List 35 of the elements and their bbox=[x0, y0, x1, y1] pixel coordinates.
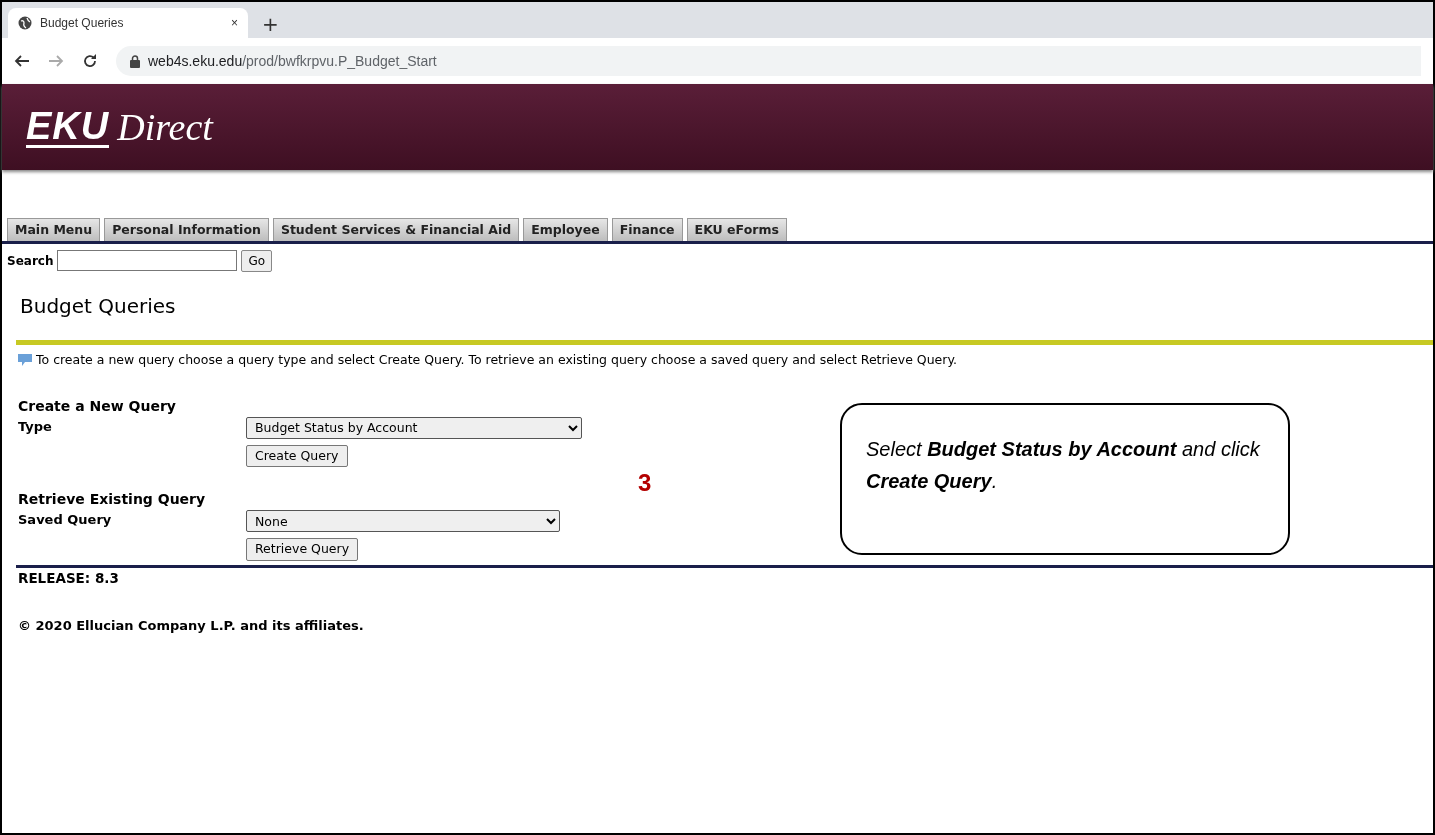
dropdown[interactable]: None bbox=[246, 510, 560, 533]
close-button[interactable]: × bbox=[231, 14, 238, 32]
section-heading: Create a New Query bbox=[18, 396, 177, 416]
nav-tab[interactable]: Main Menu bbox=[7, 218, 101, 241]
create-query-button[interactable]: Create Query bbox=[246, 444, 348, 468]
page-title: Budget Queries bbox=[20, 293, 177, 318]
field-label: Saved Query bbox=[18, 511, 113, 530]
info-text: To create a new query choose a query type and select Create Query. To retrieve an existing query choose a saved query and select Retrieve Query. bbox=[36, 350, 957, 369]
go-button[interactable]: Go bbox=[241, 249, 273, 272]
logo: EKU Direct bbox=[26, 103, 213, 150]
nav-tab[interactable]: Employee bbox=[523, 218, 608, 241]
address-bar[interactable]: web4s.eku.edu/prod/bwfkrpvu.P_Budget_Start bbox=[116, 46, 1421, 76]
new-tab-button[interactable]: + bbox=[248, 14, 293, 38]
release-text: RELEASE: 8.3 bbox=[17, 569, 120, 588]
step-number: 3 bbox=[638, 468, 652, 498]
speech-bubble-icon bbox=[18, 354, 32, 367]
dropdown[interactable]: Budget Status by Account bbox=[246, 416, 582, 439]
copyright-text: © 2020 Ellucian Company L.P. and its affiliates. bbox=[17, 617, 365, 636]
search-field[interactable] bbox=[57, 250, 238, 272]
url-text: web4s.eku.edu/prod/bwfkrpvu.P_Budget_Start bbox=[148, 51, 437, 71]
section-heading: Retrieve Existing Query bbox=[18, 490, 207, 510]
nav-tab[interactable]: Finance bbox=[611, 218, 683, 241]
reload-icon[interactable] bbox=[82, 53, 98, 69]
back-arrow-icon[interactable] bbox=[14, 54, 30, 68]
nav-tab[interactable]: EKU eForms bbox=[686, 218, 787, 241]
tab-title: Budget Queries bbox=[40, 15, 125, 32]
nav-tab[interactable]: Personal Information bbox=[104, 218, 269, 241]
lock-icon bbox=[130, 54, 140, 68]
globe-icon bbox=[18, 16, 32, 30]
field-label: Type bbox=[18, 417, 53, 436]
callout-note: Select Budget Status by Account and click Create Query. bbox=[840, 403, 1290, 555]
nav-tab[interactable]: Student Services & Financial Aid bbox=[272, 218, 520, 241]
search-label: Search bbox=[7, 252, 54, 270]
browser-tab[interactable]: Budget Queries × bbox=[8, 8, 248, 38]
retrieve-query-button[interactable]: Retrieve Query bbox=[246, 538, 359, 561]
